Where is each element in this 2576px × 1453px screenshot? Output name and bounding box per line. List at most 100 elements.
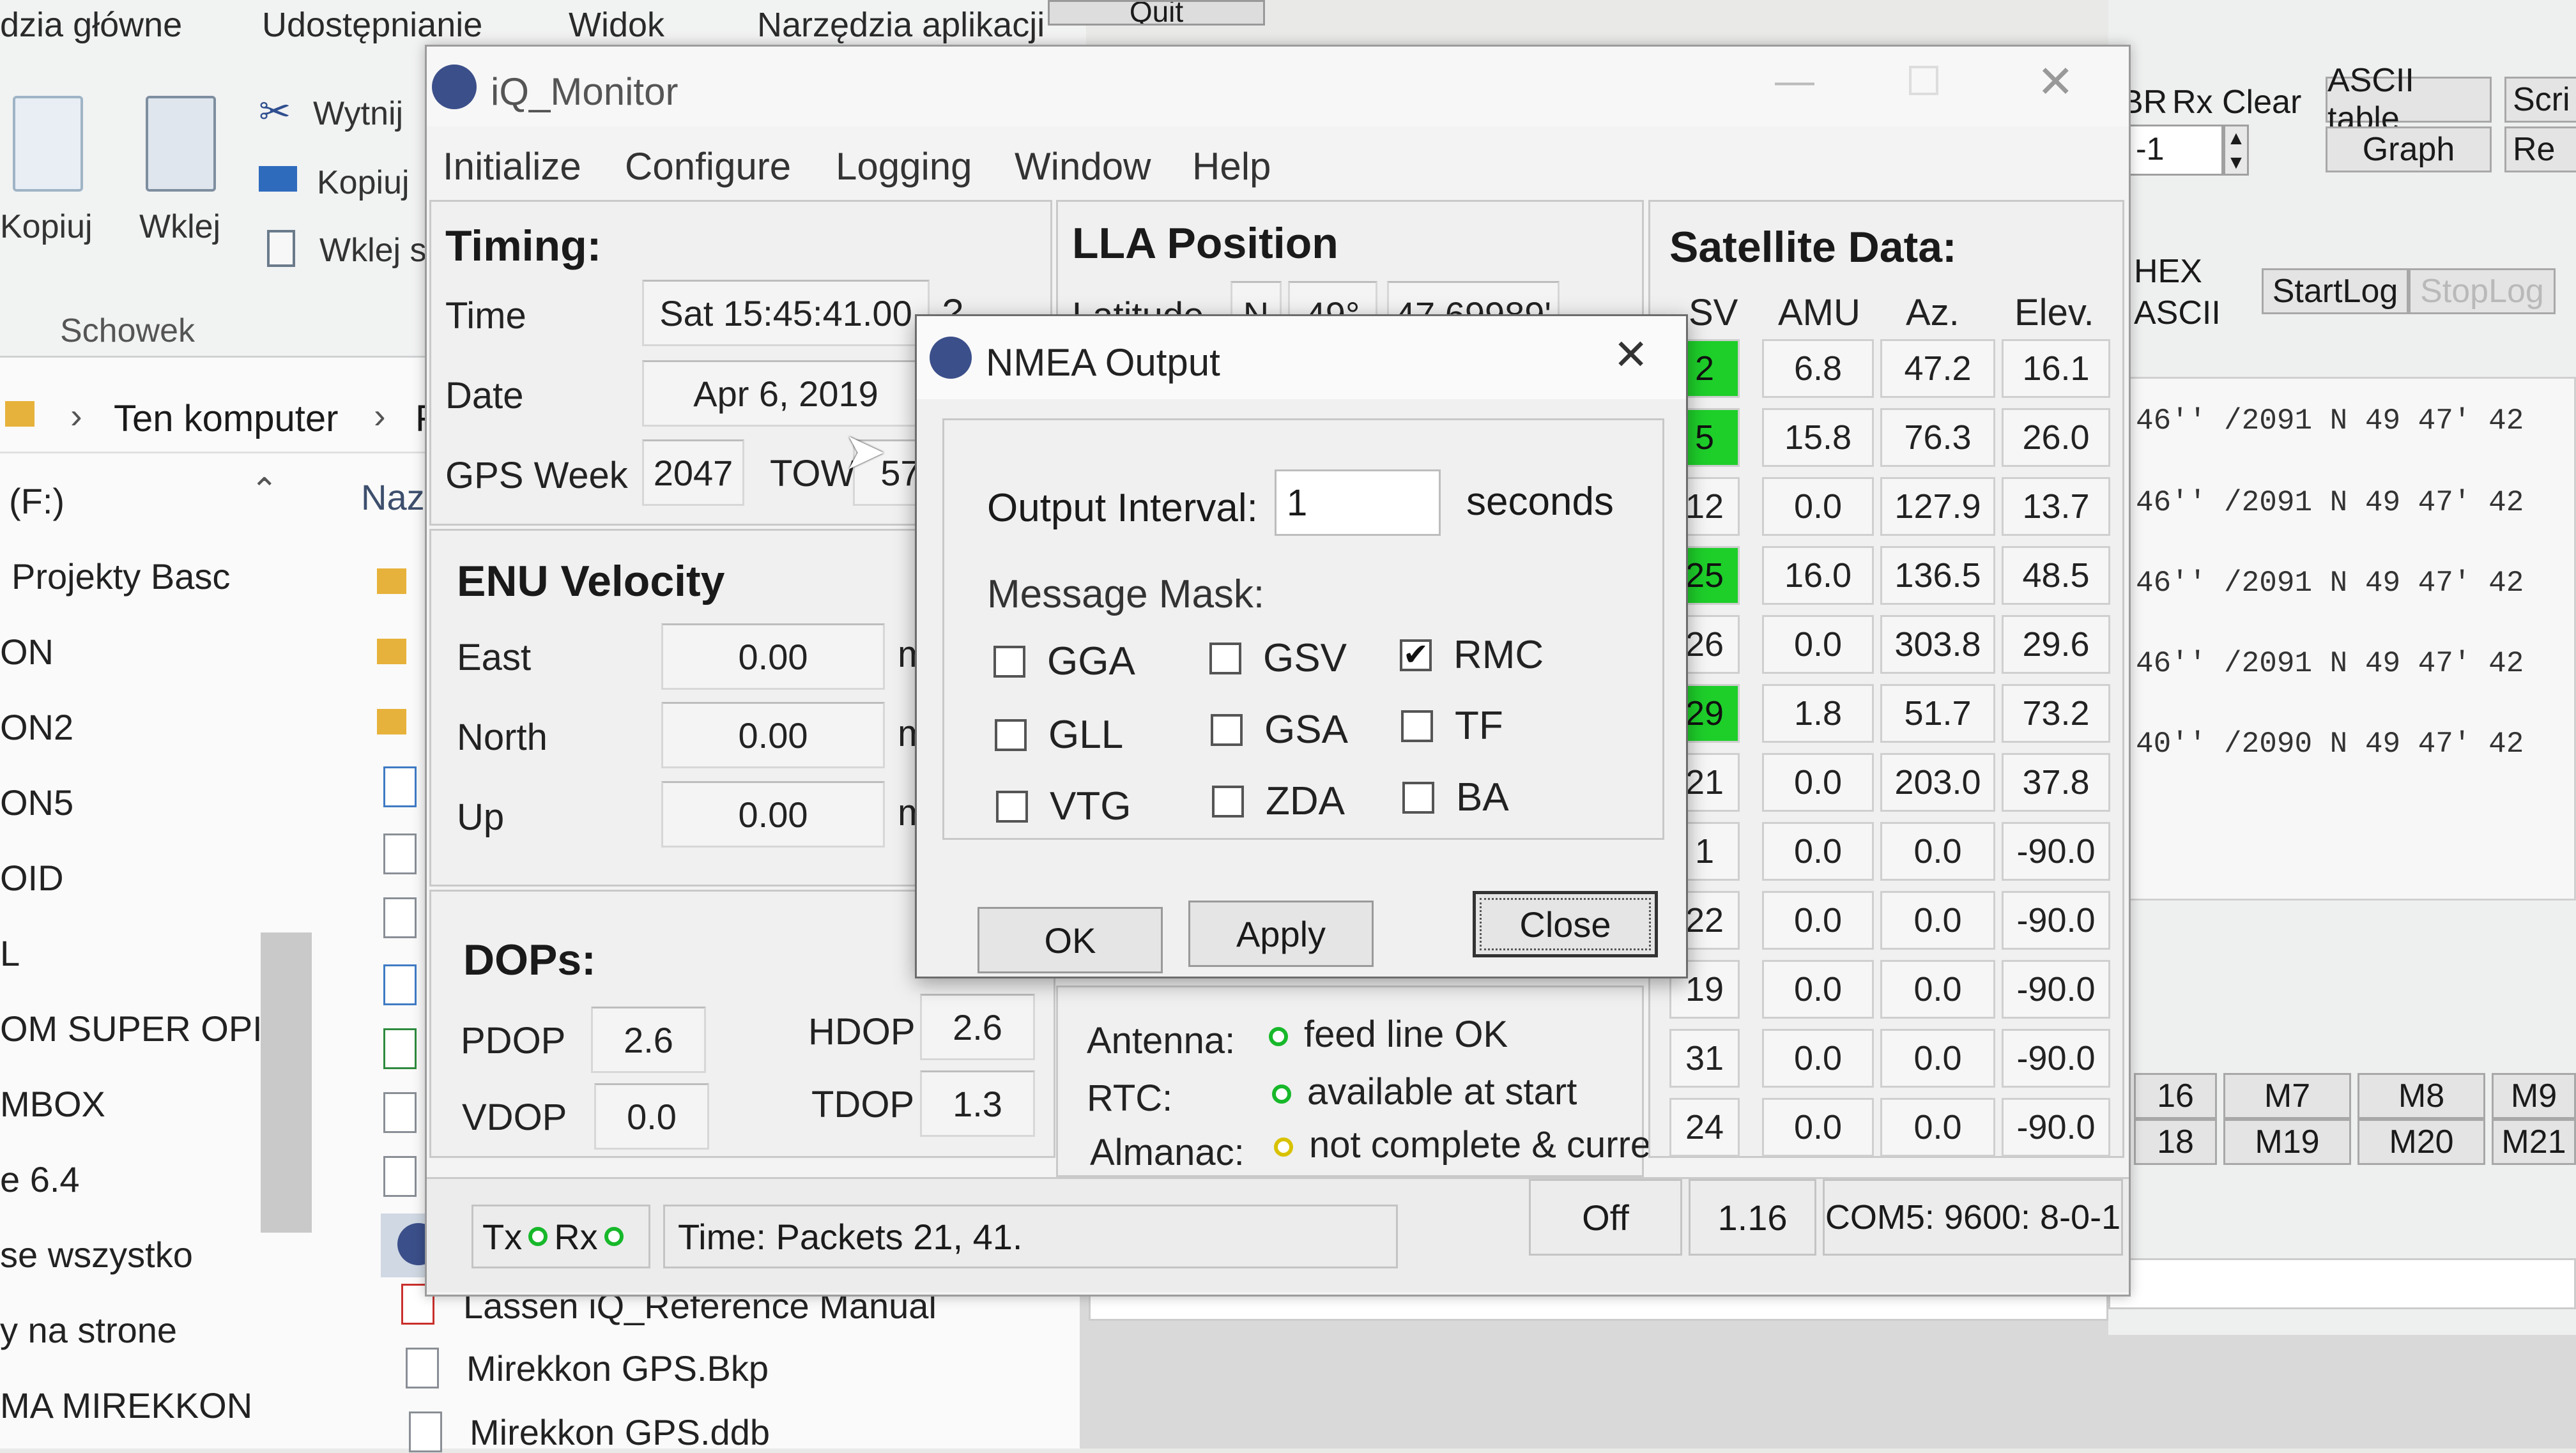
column-header-amu: AMU [1778, 292, 1860, 333]
rtc-status: available at start [1307, 1071, 1577, 1113]
nav-item[interactable]: OM SUPER OPI [0, 1008, 263, 1049]
ba-checkbox[interactable]: BA [1402, 775, 1509, 820]
menu-initialize[interactable]: Initialize [443, 144, 581, 188]
nav-item[interactable]: ON [0, 631, 54, 673]
nav-item[interactable]: MBOX [0, 1083, 105, 1125]
checkbox-box[interactable] [1402, 781, 1434, 814]
nav-item[interactable]: L [0, 932, 20, 974]
reset-button[interactable]: Re [2504, 126, 2576, 172]
ok-button[interactable]: OK [977, 907, 1163, 973]
nav-item[interactable]: MA MIREKKON [0, 1385, 252, 1426]
checkbox-box[interactable] [1209, 642, 1241, 674]
close-button[interactable]: Close [1473, 891, 1658, 957]
spin-arrows-icon[interactable]: ▲ ▼ [2223, 125, 2249, 176]
ribbon-tab-home[interactable]: dzia główne [0, 5, 182, 45]
copy-path-button[interactable]: Kopiuj [317, 164, 410, 202]
checkbox-box[interactable] [996, 790, 1028, 823]
checkmark-icon[interactable]: ✔ [1400, 639, 1432, 671]
checkbox-label: TF [1455, 704, 1503, 748]
nav-item[interactable]: ON2 [0, 706, 73, 748]
gsv-checkbox[interactable]: GSV [1209, 635, 1347, 681]
terminal-output[interactable]: 46'' /2091 N 49 47' 42 46'' /2091 N 49 4… [2128, 377, 2576, 901]
file-row[interactable]: Mirekkon GPS.Bkp [466, 1348, 769, 1389]
cut-button[interactable]: Wytnij [313, 95, 403, 133]
paste-button[interactable]: Wklej [139, 208, 220, 246]
terminal-bottom-area [2108, 1335, 2576, 1449]
nav-item[interactable]: (F:) [9, 480, 65, 522]
pdop-value: 2.6 [591, 1007, 706, 1073]
column-header-name[interactable]: Naz [361, 476, 425, 518]
satellite-row: 1 0.0 0.0 -90.0 [1669, 822, 2110, 885]
dialog-title-bar[interactable]: NMEA Output ✕ [917, 316, 1686, 399]
nav-item[interactable]: Projekty Basc [12, 556, 230, 597]
timing-header: Timing: [445, 222, 602, 270]
menu-configure[interactable]: Configure [625, 144, 791, 188]
title-bar[interactable]: iQ_Monitor — ✕ [427, 47, 2129, 126]
macro-button[interactable]: M21 [2492, 1119, 2576, 1165]
paste-shortcut-icon [267, 230, 295, 267]
apply-button[interactable]: Apply [1188, 901, 1374, 967]
macro-button[interactable]: 16 [2134, 1073, 2217, 1119]
close-icon[interactable]: ✕ [2037, 56, 2074, 108]
ribbon-tab-share[interactable]: Udostępnianie [262, 5, 482, 45]
checkbox-box[interactable] [1401, 710, 1433, 742]
menu-help[interactable]: Help [1192, 144, 1271, 188]
nav-item[interactable]: OID [0, 857, 64, 899]
rx-clear-spinbox[interactable]: -1 [2128, 125, 2223, 176]
output-interval-input[interactable]: 1 [1275, 469, 1441, 536]
gll-checkbox[interactable]: GLL [995, 712, 1123, 757]
zda-checkbox[interactable]: ZDA [1212, 779, 1345, 824]
send-input[interactable] [2108, 1258, 2576, 1309]
satellite-row: 2 6.8 47.2 16.1 [1669, 339, 2110, 402]
macro-button[interactable]: M19 [2223, 1119, 2351, 1165]
paste-shortcut-button[interactable]: Wklej s [319, 231, 427, 270]
checkbox-box[interactable] [995, 719, 1027, 751]
hdop-value: 2.6 [920, 994, 1035, 1060]
nav-item[interactable]: e 6.4 [0, 1159, 80, 1200]
dialog-title: NMEA Output [986, 341, 1220, 384]
macro-button[interactable]: M9 [2492, 1073, 2576, 1119]
nav-item[interactable]: se wszystko [0, 1234, 193, 1275]
chevron-right-icon: › [70, 395, 82, 436]
ribbon-tab-view[interactable]: Widok [569, 5, 664, 45]
nav-item[interactable]: y na strone [0, 1309, 177, 1351]
menu-window[interactable]: Window [1015, 144, 1151, 188]
checkbox-box[interactable] [993, 645, 1025, 678]
collapse-arrow-icon[interactable]: ⌃ [250, 471, 279, 510]
quit-button[interactable]: Quit [1048, 0, 1265, 26]
satellite-amu-cell: 0.0 [1762, 891, 1874, 950]
macro-button[interactable]: M7 [2223, 1073, 2351, 1119]
satellite-amu-cell: 1.8 [1762, 684, 1874, 743]
copy-button[interactable]: Kopiuj [0, 208, 93, 246]
satellite-elev-cell: 48.5 [2002, 546, 2110, 605]
maximize-icon[interactable] [1909, 66, 1938, 95]
breadcrumb-this-pc[interactable]: Ten komputer [114, 397, 338, 440]
menu-logging[interactable]: Logging [836, 144, 972, 188]
stop-log-button[interactable]: StopLog [2409, 268, 2556, 314]
gga-checkbox[interactable]: GGA [993, 639, 1135, 684]
start-log-button[interactable]: StartLog [2262, 268, 2409, 314]
scissors-icon: ✂ [259, 90, 291, 133]
tdop-value: 1.3 [920, 1070, 1035, 1137]
tf-checkbox[interactable]: TF [1401, 703, 1503, 749]
close-icon[interactable]: ✕ [1613, 330, 1648, 379]
file-row[interactable]: Mirekkon GPS.ddb [470, 1411, 770, 1453]
rmc-checkbox[interactable]: ✔ RMC [1400, 632, 1544, 678]
nav-item[interactable]: ON5 [0, 782, 73, 823]
macro-button[interactable]: M20 [2358, 1119, 2485, 1165]
macro-button[interactable]: 18 [2134, 1119, 2217, 1165]
macro-button[interactable]: M8 [2358, 1073, 2485, 1119]
nav-scrollbar[interactable] [261, 932, 312, 1233]
east-label: East [457, 637, 532, 678]
image-file-icon [383, 964, 417, 1005]
checkbox-box[interactable] [1212, 785, 1244, 818]
ribbon-tab-app-tools[interactable]: Narzędzia aplikacji [757, 5, 1045, 45]
checkbox-box[interactable] [1211, 713, 1243, 746]
graph-button[interactable]: Graph [2326, 126, 2492, 172]
ascii-table-button[interactable]: ASCII table [2326, 62, 2492, 137]
minimize-icon[interactable]: — [1775, 58, 1814, 103]
vtg-checkbox[interactable]: VTG [996, 784, 1131, 829]
rx-clear-button[interactable]: Rx Clear [2172, 83, 2301, 121]
gsa-checkbox[interactable]: GSA [1211, 707, 1348, 752]
script-button[interactable]: Scri [2504, 77, 2576, 123]
